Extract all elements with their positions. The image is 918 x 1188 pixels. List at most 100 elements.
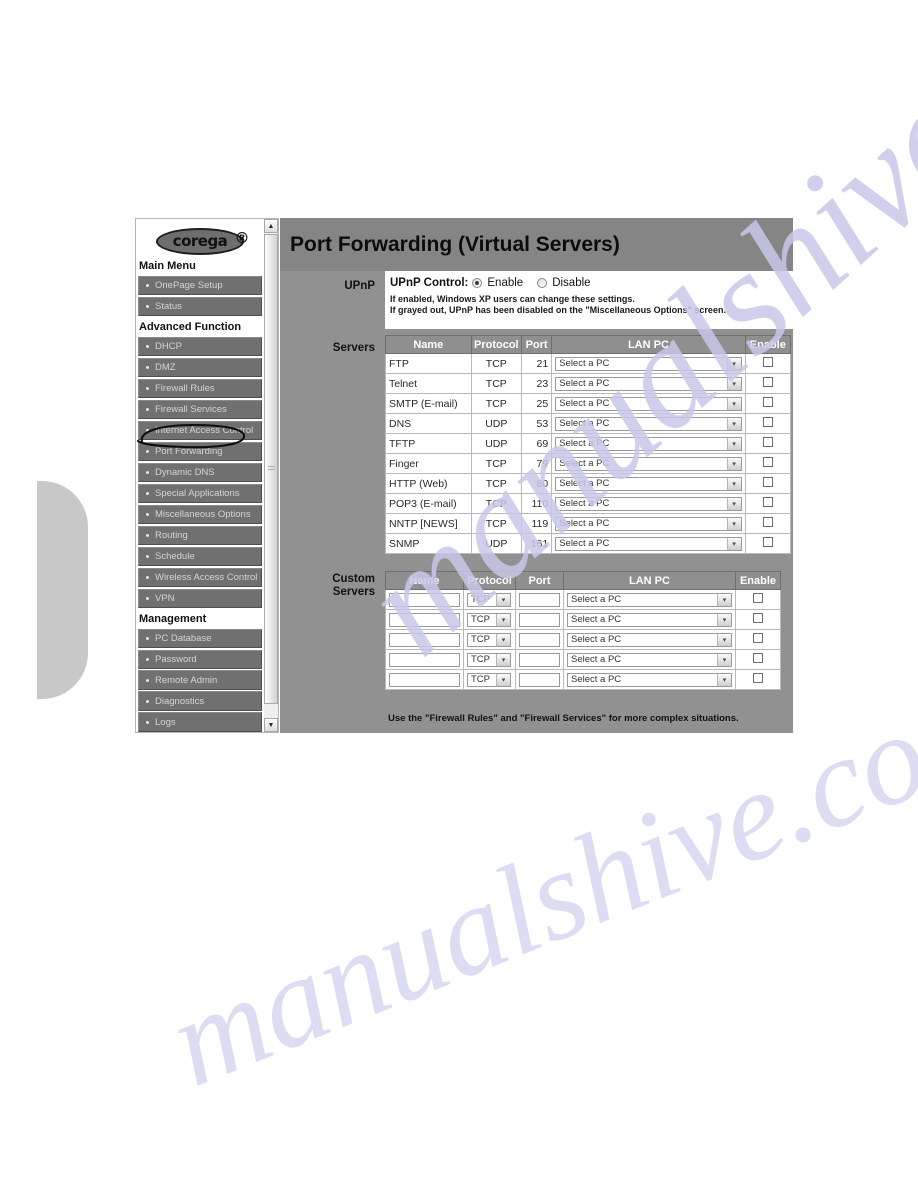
lan-pc-select[interactable]: Select a PC ▾ [555, 376, 742, 391]
lan-pc-select[interactable]: Select a PC ▾ [567, 672, 732, 687]
server-enable-cell[interactable] [744, 453, 792, 474]
custom-enable-cell[interactable] [735, 609, 781, 630]
lan-pc-select[interactable]: TCP ▾ [467, 592, 511, 607]
custom-lanpc-cell[interactable]: Select a PC ▾ [563, 609, 736, 630]
lan-pc-select[interactable]: Select a PC ▾ [567, 632, 732, 647]
sidebar-item-dynamic-dns[interactable]: Dynamic DNS [138, 462, 262, 483]
sidebar-item-remote-admin[interactable]: Remote Admin [138, 670, 262, 690]
enable-checkbox[interactable] [753, 593, 763, 603]
server-enable-cell[interactable] [744, 533, 792, 554]
custom-protocol-cell[interactable]: TCP ▾ [463, 609, 516, 630]
custom-enable-cell[interactable] [735, 669, 781, 690]
enable-checkbox[interactable] [762, 397, 773, 407]
server-enable-cell[interactable] [744, 413, 792, 434]
lan-pc-select[interactable]: Select a PC ▾ [555, 416, 742, 431]
custom-port-cell[interactable] [515, 609, 564, 630]
enable-checkbox[interactable] [762, 377, 773, 387]
sidebar-item-schedule[interactable]: Schedule [138, 546, 262, 566]
sidebar-item-firewall-rules[interactable]: Firewall Rules [138, 378, 262, 399]
upnp-disable-radio[interactable] [537, 278, 548, 288]
sidebar-item-logs[interactable]: Logs [138, 712, 262, 732]
server-lanpc-cell[interactable]: Select a PC ▾ [551, 373, 746, 394]
server-enable-cell[interactable] [744, 473, 792, 494]
custom-protocol-cell[interactable]: TCP ▾ [463, 629, 516, 650]
sidebar-item-dhcp[interactable]: DHCP [138, 336, 262, 357]
lan-pc-select[interactable]: Select a PC ▾ [555, 516, 742, 531]
lan-pc-select[interactable]: Select a PC ▾ [555, 396, 742, 411]
custom-port-input[interactable] [519, 612, 560, 627]
sidebar-item-internet-access-control[interactable]: Internet Access Control [138, 420, 262, 441]
lan-pc-select[interactable]: Select a PC ▾ [555, 476, 742, 491]
enable-checkbox[interactable] [753, 633, 763, 643]
lan-pc-select[interactable]: Select a PC ▾ [555, 456, 742, 471]
sidebar-item-password[interactable]: Password [138, 649, 262, 669]
sidebar-item-diagnostics[interactable]: Diagnostics [138, 691, 262, 711]
enable-checkbox[interactable] [753, 613, 763, 623]
custom-protocol-cell[interactable]: TCP ▾ [463, 649, 516, 670]
server-lanpc-cell[interactable]: Select a PC ▾ [551, 413, 746, 434]
enable-checkbox[interactable] [762, 517, 773, 527]
server-enable-cell[interactable] [744, 493, 792, 514]
lan-pc-select[interactable]: Select a PC ▾ [555, 536, 742, 551]
sidebar-item-routing[interactable]: Routing [138, 525, 262, 546]
enable-checkbox[interactable] [762, 417, 773, 427]
sidebar-item-special-applications[interactable]: Special Applications [138, 483, 262, 504]
server-lanpc-cell[interactable]: Select a PC ▾ [551, 513, 746, 534]
scroll-up-arrow-icon[interactable]: ▲ [264, 219, 278, 233]
server-enable-cell[interactable] [744, 353, 792, 374]
custom-name-cell[interactable] [385, 629, 464, 650]
lan-pc-select[interactable]: Select a PC ▾ [567, 592, 732, 607]
enable-checkbox[interactable] [762, 357, 773, 367]
custom-port-cell[interactable] [515, 589, 564, 610]
custom-name-input[interactable] [389, 652, 460, 667]
lan-pc-select[interactable]: Select a PC ▾ [567, 652, 732, 667]
custom-lanpc-cell[interactable]: Select a PC ▾ [563, 669, 736, 690]
server-lanpc-cell[interactable]: Select a PC ▾ [551, 473, 746, 494]
lan-pc-select[interactable]: TCP ▾ [467, 632, 511, 647]
server-lanpc-cell[interactable]: Select a PC ▾ [551, 453, 746, 474]
sidebar-item-port-forwarding[interactable]: Port Forwarding [138, 441, 262, 462]
custom-enable-cell[interactable] [735, 649, 781, 670]
enable-checkbox[interactable] [762, 537, 773, 547]
server-lanpc-cell[interactable]: Select a PC ▾ [551, 533, 746, 554]
upnp-disable-label[interactable]: Disable [552, 277, 590, 289]
enable-checkbox[interactable] [753, 653, 763, 663]
server-enable-cell[interactable] [744, 393, 792, 414]
custom-port-input[interactable] [519, 592, 560, 607]
lan-pc-select[interactable]: Select a PC ▾ [567, 612, 732, 627]
custom-name-input[interactable] [389, 632, 460, 647]
server-lanpc-cell[interactable]: Select a PC ▾ [551, 353, 746, 374]
enable-checkbox[interactable] [762, 457, 773, 467]
sidebar-item-pc-database[interactable]: PC Database [138, 628, 262, 648]
custom-name-input[interactable] [389, 672, 460, 687]
server-enable-cell[interactable] [744, 373, 792, 394]
upnp-enable-label[interactable]: Enable [487, 277, 523, 289]
sidebar-item-onepage-setup[interactable]: OnePage Setup [138, 276, 262, 296]
custom-port-input[interactable] [519, 672, 560, 687]
lan-pc-select[interactable]: Select a PC ▾ [555, 496, 742, 511]
server-enable-cell[interactable] [744, 513, 792, 534]
custom-name-cell[interactable] [385, 649, 464, 670]
custom-name-cell[interactable] [385, 609, 464, 630]
lan-pc-select[interactable]: Select a PC ▾ [555, 436, 742, 451]
lan-pc-select[interactable]: TCP ▾ [467, 612, 511, 627]
lan-pc-select[interactable]: TCP ▾ [467, 672, 511, 687]
server-lanpc-cell[interactable]: Select a PC ▾ [551, 393, 746, 414]
enable-checkbox[interactable] [762, 437, 773, 447]
sidebar-item-status[interactable]: Status [138, 296, 262, 317]
custom-name-input[interactable] [389, 592, 460, 607]
custom-protocol-cell[interactable]: TCP ▾ [463, 589, 516, 610]
custom-port-cell[interactable] [515, 629, 564, 650]
custom-protocol-cell[interactable]: TCP ▾ [463, 669, 516, 690]
sidebar-item-miscellaneous-options[interactable]: Miscellaneous Options [138, 504, 262, 525]
custom-port-cell[interactable] [515, 669, 564, 690]
upnp-enable-radio[interactable] [472, 278, 483, 288]
lan-pc-select[interactable]: Select a PC ▾ [555, 356, 742, 371]
custom-port-cell[interactable] [515, 649, 564, 670]
enable-checkbox[interactable] [753, 673, 763, 683]
custom-lanpc-cell[interactable]: Select a PC ▾ [563, 629, 736, 650]
custom-name-input[interactable] [389, 612, 460, 627]
scrollbar-thumb[interactable] [264, 234, 278, 704]
sidebar-scrollbar[interactable]: ▲ ▼ [264, 218, 279, 733]
enable-checkbox[interactable] [762, 497, 773, 507]
